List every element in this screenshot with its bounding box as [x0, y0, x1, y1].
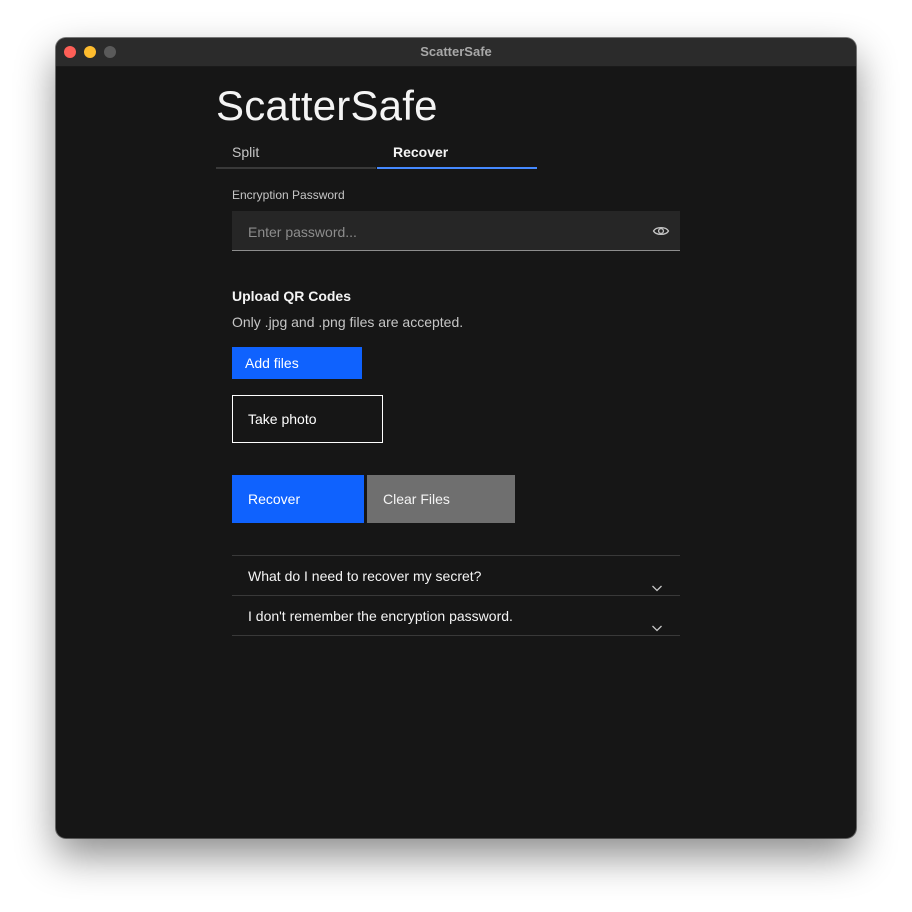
- chevron-down-icon: [650, 610, 664, 632]
- app-title: ScatterSafe: [216, 82, 438, 129]
- chevron-down-icon: [650, 570, 664, 592]
- app-window: ScatterSafe ScatterSafe Split Recover En…: [56, 38, 856, 838]
- password-input[interactable]: [232, 211, 650, 252]
- accordion-item-label: I don't remember the encryption password…: [248, 608, 513, 624]
- clear-files-button[interactable]: Clear Files: [367, 475, 515, 523]
- upload-help-text: Only .jpg and .png files are accepted.: [232, 314, 464, 330]
- take-photo-button[interactable]: Take photo: [232, 395, 383, 443]
- recover-button[interactable]: Recover: [232, 475, 364, 523]
- tab-bar: Split Recover: [216, 138, 537, 171]
- password-label: Encryption Password: [232, 188, 345, 202]
- accordion-item-forgot-password[interactable]: I don't remember the encryption password…: [232, 595, 680, 636]
- password-field: [232, 211, 680, 252]
- accordion-item-label: What do I need to recover my secret?: [248, 568, 482, 584]
- window-title: ScatterSafe: [420, 44, 492, 59]
- tab-recover[interactable]: Recover: [377, 138, 537, 169]
- tab-split[interactable]: Split: [216, 138, 376, 169]
- title-bar: ScatterSafe: [56, 38, 856, 67]
- eye-icon[interactable]: [652, 222, 670, 240]
- faq-accordion: What do I need to recover my secret? I d…: [232, 555, 680, 636]
- add-files-button[interactable]: Add files: [232, 347, 362, 379]
- accordion-item-recover-secret[interactable]: What do I need to recover my secret?: [232, 555, 680, 595]
- upload-heading: Upload QR Codes: [232, 288, 352, 304]
